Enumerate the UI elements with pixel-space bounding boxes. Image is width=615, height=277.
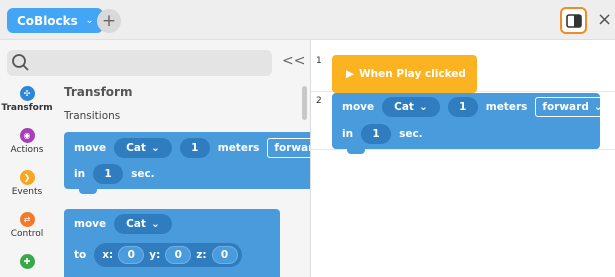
script-move-block[interactable]: move Cat ⌄ 1 meters forward ⌄ in 1 sec. <box>332 93 610 154</box>
block-keyword: in <box>74 168 86 180</box>
add-tab-button[interactable]: + <box>97 9 121 33</box>
actions-icon: ◉ <box>19 128 35 143</box>
panel-layout-button[interactable] <box>560 7 587 34</box>
chevron-down-icon: ⌄ <box>150 218 160 230</box>
project-tab-label: CoBlocks <box>17 13 78 28</box>
chevron-down-icon: ⌄ <box>85 15 94 26</box>
transform-icon: ✣ <box>19 86 35 101</box>
block-connector <box>347 148 365 154</box>
chevron-down-icon: ⌄ <box>593 101 603 113</box>
play-icon: ▶ <box>346 68 355 80</box>
control-icon: ⇄ <box>19 212 35 227</box>
section-subtitle: Transitions <box>64 110 121 122</box>
close-button[interactable]: × <box>597 9 612 30</box>
category-label: Events <box>11 187 43 197</box>
amount-input[interactable]: 1 <box>447 97 478 117</box>
block-keyword: to <box>74 249 87 261</box>
block-palette: << ✣ Transform ◉ Actions ❯ Events ⇄ Cont… <box>0 40 310 277</box>
project-tab[interactable]: CoBlocks ⌄ <box>7 8 104 33</box>
category-control[interactable]: ⇄ Control <box>0 212 54 239</box>
unit-label: meters <box>217 142 260 154</box>
direction-label: forward <box>274 142 310 154</box>
direction-label: forward <box>542 101 589 113</box>
z-label: z: <box>196 249 207 261</box>
event-label: When Play clicked <box>359 68 466 80</box>
object-label: Cat <box>126 142 146 154</box>
palette-move-to-block[interactable]: move Cat ⌄ to x: 0 y: 0 z: 0 <box>64 209 280 277</box>
line-number: 1 <box>316 56 322 66</box>
y-label: y: <box>149 249 161 261</box>
chevron-down-icon: ⌄ <box>418 101 428 113</box>
category-label: Transform <box>1 103 53 113</box>
split-panel-icon <box>565 13 582 28</box>
block-keyword: move <box>74 142 107 154</box>
top-bar: CoBlocks ⌄ + × <box>0 0 615 40</box>
object-dropdown[interactable]: Cat ⌄ <box>382 97 440 117</box>
block-keyword: sec. <box>131 168 155 180</box>
z-input[interactable]: 0 <box>211 246 238 264</box>
collapse-palette-button[interactable]: << <box>282 53 305 69</box>
position-vector: x: 0 y: 0 z: 0 <box>94 243 242 267</box>
category-more[interactable]: ✚ <box>0 254 54 271</box>
variables-icon: ✚ <box>19 254 35 269</box>
object-label: Cat <box>394 101 414 113</box>
category-label: Control <box>10 229 44 239</box>
y-input[interactable]: 0 <box>165 246 192 264</box>
block-keyword: sec. <box>399 128 423 140</box>
object-dropdown[interactable]: Cat ⌄ <box>114 214 172 234</box>
line-number: 2 <box>316 96 322 106</box>
chevron-down-icon: ⌄ <box>150 142 160 154</box>
x-input[interactable]: 0 <box>118 246 145 264</box>
events-icon: ❯ <box>19 170 35 185</box>
direction-dropdown[interactable]: forward ⌄ <box>267 138 310 158</box>
coblocks-editor: CoBlocks ⌄ + × << ✣ Transform ◉ Actions … <box>0 0 615 277</box>
duration-input[interactable]: 1 <box>93 164 124 184</box>
category-events[interactable]: ❯ Events <box>0 170 54 197</box>
section-title: Transform <box>64 85 133 99</box>
search-input[interactable] <box>7 50 272 76</box>
unit-label: meters <box>485 101 528 113</box>
block-keyword: move <box>74 218 107 230</box>
when-play-clicked-block[interactable]: ▶ When Play clicked <box>332 55 477 98</box>
object-dropdown[interactable]: Cat ⌄ <box>114 138 172 158</box>
x-label: x: <box>102 249 114 261</box>
block-keyword: in <box>342 128 354 140</box>
category-label: Actions <box>10 145 44 155</box>
palette-move-block[interactable]: move Cat ⌄ 1 meters forward ⌄ in 1 sec. <box>64 132 310 194</box>
amount-input[interactable]: 1 <box>179 138 210 158</box>
palette-scrollbar[interactable] <box>302 86 307 120</box>
search-icon <box>12 54 29 71</box>
category-actions[interactable]: ◉ Actions <box>0 128 54 155</box>
block-connector <box>79 188 97 194</box>
duration-input[interactable]: 1 <box>361 124 392 144</box>
direction-dropdown[interactable]: forward ⌄ <box>535 97 610 117</box>
object-label: Cat <box>126 218 146 230</box>
script-workspace[interactable]: 1 2 ▶ When Play clicked move Cat ⌄ 1 met… <box>310 40 615 277</box>
category-transform[interactable]: ✣ Transform <box>0 86 54 113</box>
block-keyword: move <box>342 101 375 113</box>
